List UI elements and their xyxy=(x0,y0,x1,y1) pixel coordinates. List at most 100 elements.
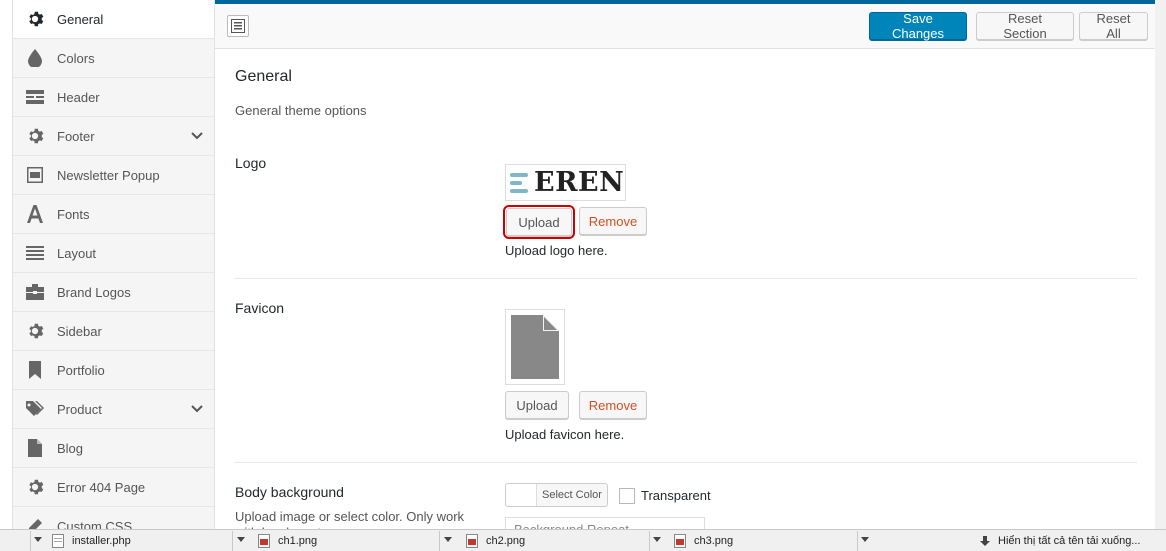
show-all-downloads-text: Hiển thị tất cả tên tải xuống... xyxy=(998,535,1141,547)
sidebar-item-label: Product xyxy=(57,401,102,417)
gear-icon xyxy=(26,10,44,28)
download-item[interactable]: ch3.png xyxy=(674,532,733,550)
color-swatch xyxy=(506,484,537,506)
image-file-icon xyxy=(466,534,478,548)
sidebar-item-label: Portfolio xyxy=(57,362,105,378)
sidebar-item-label: Layout xyxy=(57,245,97,261)
sidebar-item-newsletter-popup[interactable]: Newsletter Popup xyxy=(13,156,214,195)
options-content: General General theme options Logo EREN … xyxy=(215,49,1155,529)
body-background-label: Body background xyxy=(235,484,344,500)
download-icon xyxy=(980,535,990,546)
sidebar-item-label: General xyxy=(57,11,104,27)
logo-remove-button[interactable]: Remove xyxy=(579,207,647,235)
image-file-icon xyxy=(258,534,270,548)
pencil-icon xyxy=(26,517,44,529)
section-description: General theme options xyxy=(235,103,367,118)
gear-icon xyxy=(26,322,44,340)
background-repeat-select[interactable]: Background Repeat xyxy=(505,517,705,529)
download-file-name: ch1.png xyxy=(278,535,318,547)
divider xyxy=(235,462,1137,463)
favicon-label: Favicon xyxy=(235,300,285,316)
select-color-label: Select Color xyxy=(542,489,602,501)
logo-preview: EREN xyxy=(505,164,626,201)
document-icon xyxy=(26,439,44,457)
transparent-label: Transparent xyxy=(641,488,711,503)
logo-help-text: Upload logo here. xyxy=(505,243,608,258)
sidebar-item-general[interactable]: General xyxy=(13,0,214,39)
reset-all-button[interactable]: Reset All xyxy=(1079,11,1148,41)
download-bar: installer.php ch1.png ch2.png ch3.png Hi… xyxy=(0,529,1166,551)
drop-icon xyxy=(26,49,44,67)
logo-preview-text: EREN xyxy=(534,167,625,198)
sidebar-item-layout[interactable]: Layout xyxy=(13,234,214,273)
options-sidebar: General Colors Header Footer Newsletter … xyxy=(13,0,215,529)
chevron-down-icon[interactable] xyxy=(34,537,42,543)
file-icon xyxy=(511,315,559,379)
sidebar-item-product[interactable]: Product xyxy=(13,390,214,429)
image-file-icon xyxy=(674,534,686,548)
download-item[interactable]: ch1.png xyxy=(258,532,317,550)
list-icon xyxy=(26,244,44,262)
briefcase-icon xyxy=(26,283,44,301)
sidebar-item-footer[interactable]: Footer xyxy=(13,117,214,156)
sidebar-item-header[interactable]: Header xyxy=(13,78,214,117)
left-edge-strip xyxy=(0,0,13,529)
sidebar-item-label: Footer xyxy=(57,128,95,144)
logo-upload-button[interactable]: Upload xyxy=(503,205,575,239)
gear-icon xyxy=(26,478,44,496)
sidebar-item-label: Colors xyxy=(57,50,95,66)
sidebar-item-blog[interactable]: Blog xyxy=(13,429,214,468)
download-item[interactable]: ch2.png xyxy=(466,532,525,550)
chevron-down-icon[interactable] xyxy=(237,537,245,543)
page-title: General xyxy=(235,68,292,85)
right-edge xyxy=(1155,0,1166,529)
download-file-name: installer.php xyxy=(72,535,131,547)
favicon-upload-button[interactable]: Upload xyxy=(505,391,569,419)
font-icon xyxy=(26,205,44,223)
sidebar-item-label: Fonts xyxy=(57,206,90,222)
transparent-checkbox[interactable] xyxy=(619,488,635,504)
expand-toggle-button[interactable] xyxy=(227,15,249,37)
sidebar-item-label: Error 404 Page xyxy=(57,479,146,495)
php-file-icon xyxy=(52,534,64,548)
chevron-down-icon[interactable] xyxy=(190,129,204,143)
favicon-preview xyxy=(505,309,565,385)
layout-icon xyxy=(231,19,245,33)
sidebar-item-label: Newsletter Popup xyxy=(57,167,160,183)
download-file-name: ch3.png xyxy=(694,535,734,547)
window-icon xyxy=(26,166,44,184)
favicon-remove-button[interactable]: Remove xyxy=(579,391,647,419)
download-item[interactable]: installer.php xyxy=(52,532,131,550)
reset-section-button[interactable]: Reset Section xyxy=(976,11,1074,41)
select-color-button[interactable]: Select Color xyxy=(505,483,608,507)
sidebar-item-sidebar[interactable]: Sidebar xyxy=(13,312,214,351)
sidebar-item-portfolio[interactable]: Portfolio xyxy=(13,351,214,390)
sidebar-item-label: Header xyxy=(57,89,100,105)
chevron-down-icon[interactable] xyxy=(653,537,661,543)
sidebar-item-label: Sidebar xyxy=(57,323,102,339)
sidebar-item-brand-logos[interactable]: Brand Logos xyxy=(13,273,214,312)
tag-icon xyxy=(26,400,44,418)
header-icon xyxy=(26,88,44,106)
sidebar-item-label: Brand Logos xyxy=(57,284,131,300)
sidebar-item-custom-css[interactable]: Custom CSS xyxy=(13,507,214,529)
logo-mark-icon xyxy=(510,172,528,193)
body-background-description: Upload image or select color. Only work … xyxy=(235,509,465,529)
divider xyxy=(235,278,1137,279)
options-toolbar: Save Changes Reset Section Reset All xyxy=(215,0,1155,49)
show-all-downloads-link[interactable]: Hiển thị tất cả tên tải xuống... xyxy=(980,532,1140,550)
chevron-down-icon[interactable] xyxy=(861,537,869,543)
chevron-down-icon[interactable] xyxy=(444,537,452,543)
favicon-help-text: Upload favicon here. xyxy=(505,427,625,442)
sidebar-item-label: Blog xyxy=(57,440,84,456)
bookmark-icon xyxy=(26,361,44,379)
sidebar-item-error-404[interactable]: Error 404 Page xyxy=(13,468,214,507)
sidebar-item-colors[interactable]: Colors xyxy=(13,39,214,78)
chevron-down-icon[interactable] xyxy=(190,402,204,416)
save-changes-button[interactable]: Save Changes xyxy=(869,11,967,41)
sidebar-item-fonts[interactable]: Fonts xyxy=(13,195,214,234)
gear-icon xyxy=(26,127,44,145)
sidebar-item-label: Custom CSS xyxy=(57,518,133,530)
logo-label: Logo xyxy=(235,155,267,171)
download-file-name: ch2.png xyxy=(486,535,526,547)
